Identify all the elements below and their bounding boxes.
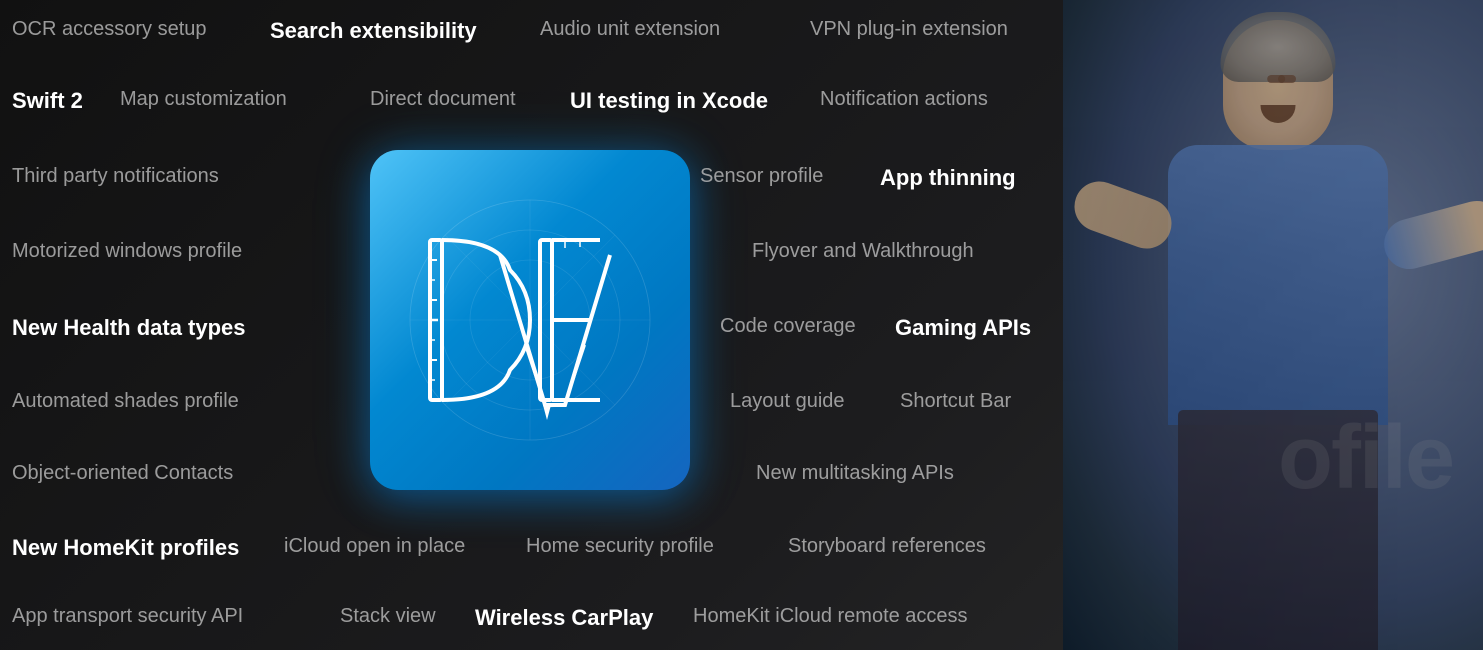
app-transport-security: App transport security API (12, 605, 243, 628)
audio-unit-extension: Audio unit extension (540, 18, 720, 41)
new-multitasking-apis: New multitasking APIs (756, 462, 954, 485)
shortcut-bar: Shortcut Bar (900, 390, 1011, 413)
map-customization: Map customization (120, 88, 287, 111)
storyboard-references: Storyboard references (788, 535, 986, 558)
watermark-text: ofile (1278, 407, 1453, 510)
homekit-icloud-remote: HomeKit iCloud remote access (693, 605, 968, 628)
code-coverage: Code coverage (720, 315, 856, 338)
third-party-notifications: Third party notifications (12, 165, 219, 188)
sensor-profile: Sensor profile (700, 165, 823, 188)
text-area: OCR accessory setup Search extensibility A… (0, 0, 1100, 650)
person-area: ofile (1063, 0, 1483, 650)
ocr-accessory-setup: OCR accessory setup (12, 18, 207, 41)
stack-view: Stack view (340, 605, 436, 628)
layout-guide: Layout guide (730, 390, 845, 413)
ui-testing-xcode: UI testing in Xcode (570, 88, 768, 114)
wireless-carplay: Wireless CarPlay (475, 605, 653, 631)
object-oriented-contacts: Object-oriented Contacts (12, 462, 233, 485)
icloud-open-in-place: iCloud open in place (284, 535, 465, 558)
notification-actions: Notification actions (820, 88, 988, 111)
search-extensibility: Search extensibility (270, 18, 477, 44)
new-homekit-profiles: New HomeKit profiles (12, 535, 239, 561)
vpn-plugin-extension: VPN plug-in extension (810, 18, 1008, 41)
person-silhouette (1063, 0, 1483, 650)
new-health-data-types: New Health data types (12, 315, 246, 341)
app-thinning: App thinning (880, 165, 1016, 191)
direct-document: Direct document (370, 88, 516, 111)
home-security-profile: Home security profile (526, 535, 714, 558)
automated-shades-profile: Automated shades profile (12, 390, 239, 413)
motorized-windows-profile: Motorized windows profile (12, 240, 242, 263)
flyover-walkthrough: Flyover and Walkthrough (752, 240, 974, 263)
gaming-apis: Gaming APIs (895, 315, 1031, 341)
swift-2: Swift 2 (12, 88, 83, 114)
